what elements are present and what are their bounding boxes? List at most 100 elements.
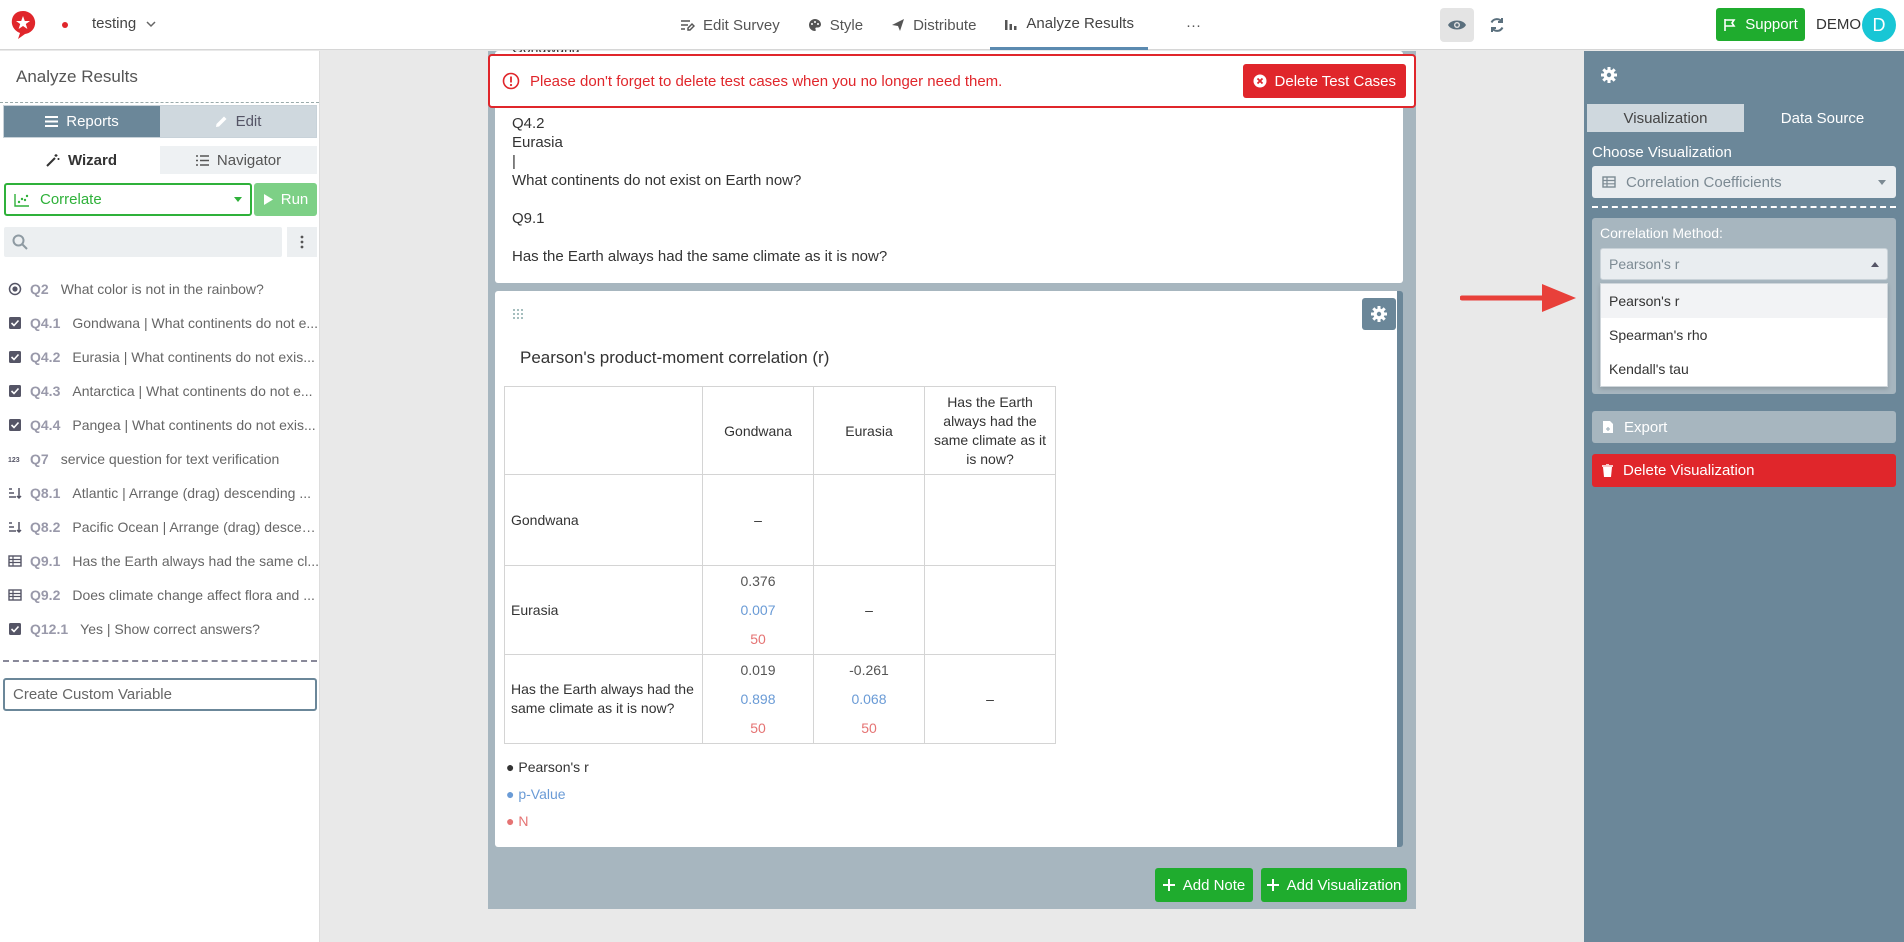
analysis-type-select[interactable]: Correlate — [4, 183, 252, 216]
r-value: 0.019 — [740, 661, 776, 678]
question-item[interactable]: Q4.3 Antarctica | What continents do not… — [0, 374, 320, 408]
nav-distribute[interactable]: Distribute — [877, 0, 990, 50]
magic-wand-icon — [46, 154, 60, 167]
table-row: Eurasia 0.376 0.007 50 – — [504, 565, 1056, 655]
visualization-select[interactable]: Correlation Coefficients — [1592, 166, 1896, 198]
delete-test-cases-button[interactable]: Delete Test Cases — [1242, 64, 1406, 98]
question-item[interactable]: Q4.4 Pangea | What continents do not exi… — [0, 408, 320, 442]
edit-toggle-button[interactable]: Edit — [160, 106, 316, 137]
run-button[interactable]: Run — [254, 183, 317, 216]
question-item[interactable]: Q9.2 Does climate change affect flora an… — [0, 578, 320, 612]
add-note-button[interactable]: Add Note — [1155, 868, 1253, 902]
nav-more[interactable]: ··· — [1172, 0, 1215, 50]
question-item[interactable]: Q8.2 Pacific Ocean | Arrange (drag) desc… — [0, 510, 320, 544]
correlation-method-dropdown: Pearson's r Spearman's rho Kendall's tau — [1600, 283, 1888, 387]
note-line: Eurasia — [512, 134, 563, 151]
refresh-button[interactable] — [1484, 12, 1510, 38]
support-button[interactable]: Support — [1716, 8, 1805, 41]
question-item[interactable]: Q12.1 Yes | Show correct answers? — [0, 612, 320, 646]
n-value: 50 — [750, 630, 766, 647]
question-id: Q7 — [30, 451, 49, 467]
checkbox-icon — [9, 317, 21, 329]
project-selector[interactable]: testing — [92, 15, 156, 32]
correlation-method-value: Pearson's r — [1609, 256, 1680, 272]
drag-handle-icon[interactable] — [512, 308, 526, 322]
add-visualization-button[interactable]: Add Visualization — [1261, 868, 1407, 902]
file-export-icon — [1603, 421, 1613, 433]
diagonal-cell: – — [702, 474, 814, 566]
search-options-button[interactable] — [287, 227, 317, 257]
run-label: Run — [280, 191, 309, 208]
question-search-input[interactable] — [4, 227, 282, 257]
report-settings-button[interactable] — [1362, 298, 1396, 330]
empty-cell — [813, 474, 925, 566]
row-header: Eurasia — [504, 565, 703, 655]
p-value: 0.898 — [740, 690, 776, 707]
tab-data-source[interactable]: Data Source — [1744, 104, 1901, 132]
reports-edit-toggle: Reports Edit — [3, 105, 317, 138]
export-button[interactable]: Export — [1592, 411, 1896, 443]
nav-label: Analyze Results — [1026, 15, 1134, 32]
alert-text: Please don't forget to delete test cases… — [530, 72, 1003, 90]
caret-up-icon — [1871, 261, 1879, 267]
trash-icon — [1602, 464, 1613, 477]
reports-toggle-button[interactable]: Reports — [4, 106, 160, 137]
add-visualization-label: Add Visualization — [1286, 876, 1402, 894]
legend-item: ● N — [506, 813, 529, 829]
row-header: Gondwana — [504, 474, 703, 566]
radio-icon — [8, 282, 22, 296]
kebab-menu-icon — [300, 235, 304, 249]
legend-label: N — [518, 813, 529, 829]
delete-test-cases-label: Delete Test Cases — [1274, 72, 1396, 90]
play-icon — [263, 194, 273, 205]
question-list: Q2 What color is not in the rainbow? Q4.… — [0, 272, 320, 646]
dropdown-option-kendall[interactable]: Kendall's tau — [1601, 352, 1887, 386]
tab-visualization[interactable]: Visualization — [1587, 104, 1744, 132]
tab-wizard[interactable]: Wizard — [3, 146, 160, 174]
header-cell: Eurasia — [813, 386, 925, 475]
bar-chart-icon — [1005, 19, 1017, 30]
table-row: Gondwana – — [504, 474, 1056, 566]
support-label: Support — [1745, 16, 1798, 33]
question-text: Pacific Ocean | Arrange (drag) descen... — [72, 519, 320, 535]
edit-label: Edit — [235, 113, 262, 130]
correlation-method-label: Correlation Method: — [1600, 225, 1723, 241]
refresh-icon — [1490, 18, 1504, 32]
question-id: Q9.2 — [30, 587, 61, 603]
correlation-method-select[interactable]: Pearson's r — [1600, 248, 1888, 280]
eye-icon — [1448, 20, 1466, 30]
nav-analyze-results[interactable]: Analyze Results — [990, 0, 1148, 50]
reports-label: Reports — [66, 113, 119, 130]
visualization-value: Correlation Coefficients — [1626, 173, 1782, 191]
question-item[interactable]: 123 Q7 service question for text verific… — [0, 442, 320, 476]
question-item[interactable]: Q4.2 Eurasia | What continents do not ex… — [0, 340, 320, 374]
create-custom-variable-input[interactable]: Create Custom Variable — [3, 678, 317, 711]
checkbox-icon — [9, 385, 21, 397]
question-item[interactable]: Q2 What color is not in the rainbow? — [0, 272, 320, 306]
project-name: testing — [92, 15, 137, 32]
dropdown-option-pearson[interactable]: Pearson's r — [1601, 284, 1887, 318]
left-panel-title: Analyze Results — [0, 51, 319, 103]
tab-navigator[interactable]: Navigator — [160, 146, 317, 174]
avatar[interactable]: D — [1862, 8, 1896, 42]
question-id: Q4.2 — [30, 349, 61, 365]
table-row: Has the Earth always had the same climat… — [504, 654, 1056, 744]
app-logo-icon[interactable] — [8, 9, 38, 41]
nav-edit-survey[interactable]: Edit Survey — [667, 0, 794, 50]
dropdown-option-spearman[interactable]: Spearman's rho — [1601, 318, 1887, 352]
svg-text:123: 123 — [8, 457, 20, 464]
note-line: | — [512, 153, 516, 170]
visualization-tabs: Visualization Data Source — [1587, 104, 1901, 132]
checkbox-icon — [9, 623, 21, 635]
nav-style[interactable]: Style — [794, 0, 877, 50]
question-item[interactable]: Q9.1 Has the Earth always had the same c… — [0, 544, 320, 578]
value-cell: 0.019 0.898 50 — [702, 654, 814, 744]
tab-wizard-label: Wizard — [67, 151, 118, 169]
checkbox-icon — [9, 351, 21, 363]
checkbox-icon — [9, 419, 21, 431]
preview-button[interactable] — [1440, 8, 1474, 42]
question-item[interactable]: Q8.1 Atlantic | Arrange (drag) descendin… — [0, 476, 320, 510]
palette-icon — [808, 19, 821, 31]
delete-visualization-button[interactable]: Delete Visualization — [1592, 454, 1896, 487]
question-item[interactable]: Q4.1 Gondwana | What continents do not e… — [0, 306, 320, 340]
